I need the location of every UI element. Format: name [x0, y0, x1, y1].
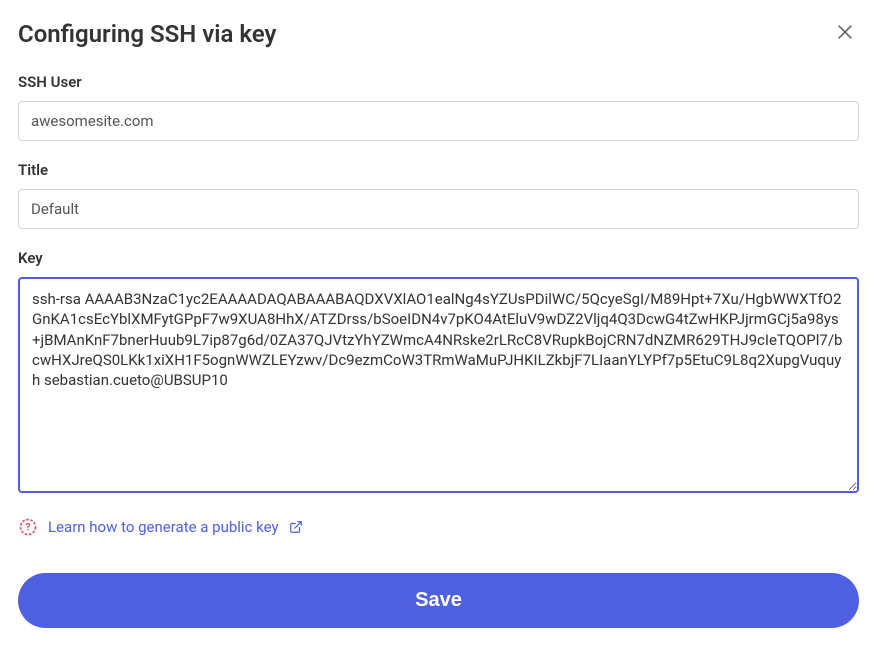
generate-key-help-link[interactable]: Learn how to generate a public key [48, 518, 303, 536]
close-icon [835, 22, 855, 45]
title-label: Title [18, 161, 859, 179]
save-button[interactable]: Save [18, 573, 859, 628]
help-link-text: Learn how to generate a public key [48, 518, 279, 536]
key-textarea[interactable]: ssh-rsa AAAAB3NzaC1yc2EAAAADAQABAAABAQDX… [18, 277, 859, 493]
ssh-user-label: SSH User [18, 73, 859, 91]
ssh-user-input[interactable] [18, 101, 859, 141]
external-link-icon [289, 520, 303, 534]
help-icon: ? [18, 517, 38, 537]
title-input[interactable] [18, 189, 859, 229]
key-label: Key [18, 249, 859, 267]
dialog-title: Configuring SSH via key [18, 20, 276, 48]
close-button[interactable] [831, 18, 859, 49]
svg-text:?: ? [26, 522, 31, 533]
